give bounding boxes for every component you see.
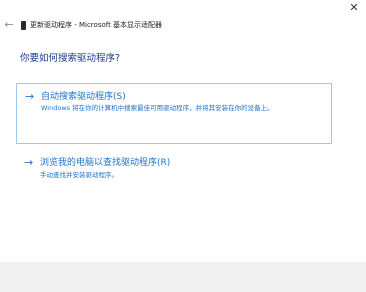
browse-computer-option[interactable]: → 浏览我的电脑以查找驱动程序(R) 手动查找并安装驱动程序。 xyxy=(16,152,332,186)
close-button[interactable]: ✕ xyxy=(346,0,362,16)
close-icon: ✕ xyxy=(349,1,359,14)
browse-computer-title: 浏览我的电脑以查找驱动程序(R) xyxy=(40,158,171,168)
device-icon xyxy=(21,21,26,30)
window-title: 更新驱动程序 - Microsoft 基本显示适配器 xyxy=(30,21,163,29)
back-button[interactable]: ← xyxy=(2,18,16,32)
auto-search-title: 自动搜索驱动程序(S) xyxy=(41,92,126,102)
back-arrow-icon: ← xyxy=(4,18,14,31)
page-heading: 你要如何搜索驱动程序? xyxy=(20,53,121,64)
auto-search-option[interactable]: → 自动搜索驱动程序(S) Windows 将在你的计算机中搜索最佳可用驱动程序… xyxy=(16,83,332,144)
footer-bar xyxy=(0,262,366,292)
update-driver-window: ✕ ← 更新驱动程序 - Microsoft 基本显示适配器 你要如何搜索驱动程… xyxy=(0,0,366,292)
arrow-right-icon: → xyxy=(25,90,35,103)
auto-search-description: Windows 将在你的计算机中搜索最佳可用驱动程序，并将其安装在你的设备上。 xyxy=(41,104,274,112)
browse-computer-description: 手动查找并安装驱动程序。 xyxy=(40,171,118,179)
arrow-right-icon: → xyxy=(24,156,34,169)
